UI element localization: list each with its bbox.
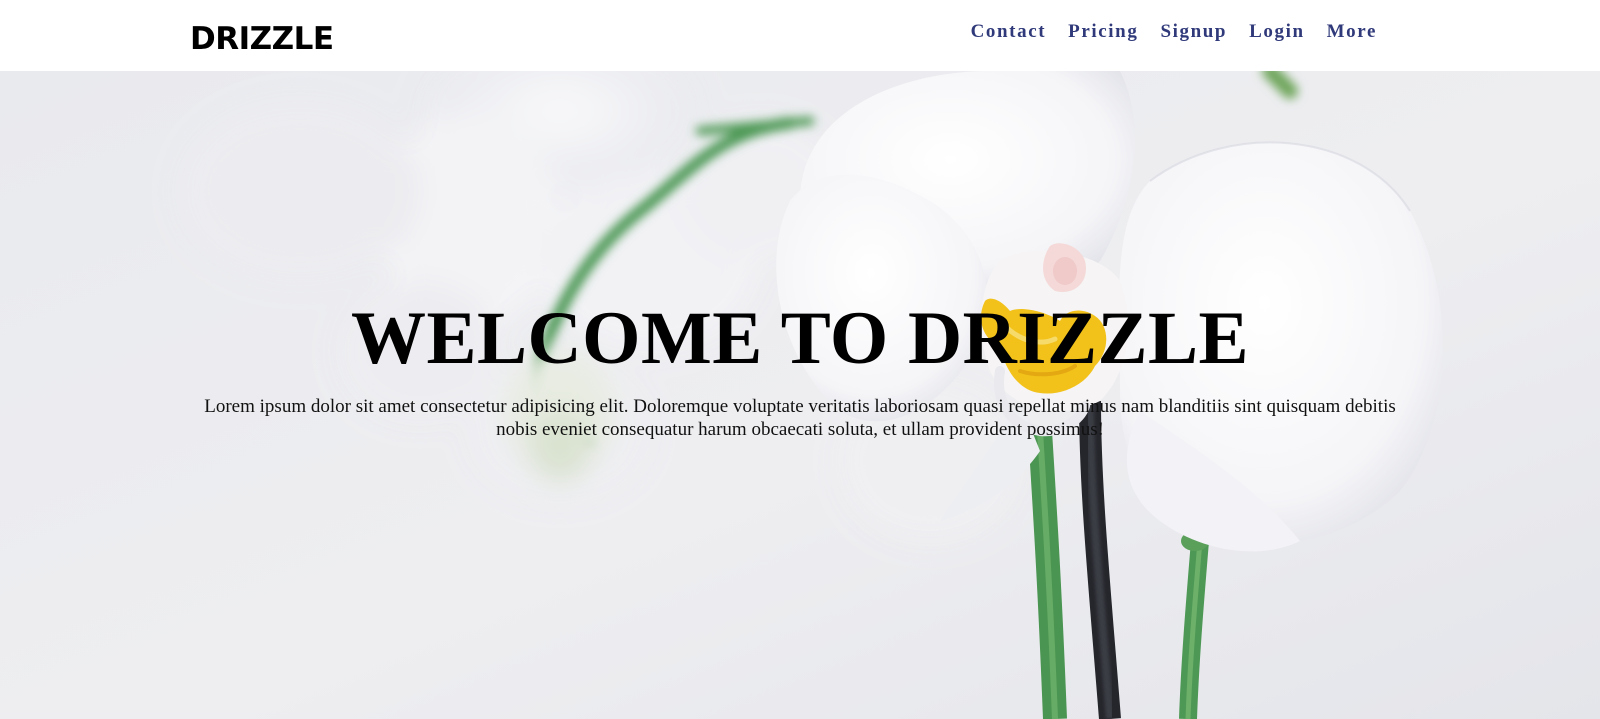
nav-link-signup[interactable]: Signup: [1160, 19, 1227, 45]
brand-logo[interactable]: DRIZZLE: [190, 20, 334, 58]
navbar: DRIZZLE Contact Pricing Signup Login Mor…: [0, 0, 1600, 71]
nav-link-pricing[interactable]: Pricing: [1068, 19, 1138, 45]
nav-link-contact[interactable]: Contact: [971, 19, 1047, 45]
hero-title: WELCOME TO DRIZZLE: [350, 297, 1250, 380]
nav-link-login[interactable]: Login: [1249, 19, 1305, 45]
hero-description: Lorem ipsum dolor sit amet consectetur a…: [204, 396, 1396, 440]
page: DRIZZLE Contact Pricing Signup Login Mor…: [0, 0, 1600, 719]
nav-links: Contact Pricing Signup Login More: [971, 19, 1377, 45]
hero-content: WELCOME TO DRIZZLE Lorem ipsum dolor sit…: [0, 71, 1600, 719]
nav-link-more[interactable]: More: [1327, 19, 1377, 45]
hero-section: WELCOME TO DRIZZLE Lorem ipsum dolor sit…: [0, 71, 1600, 719]
